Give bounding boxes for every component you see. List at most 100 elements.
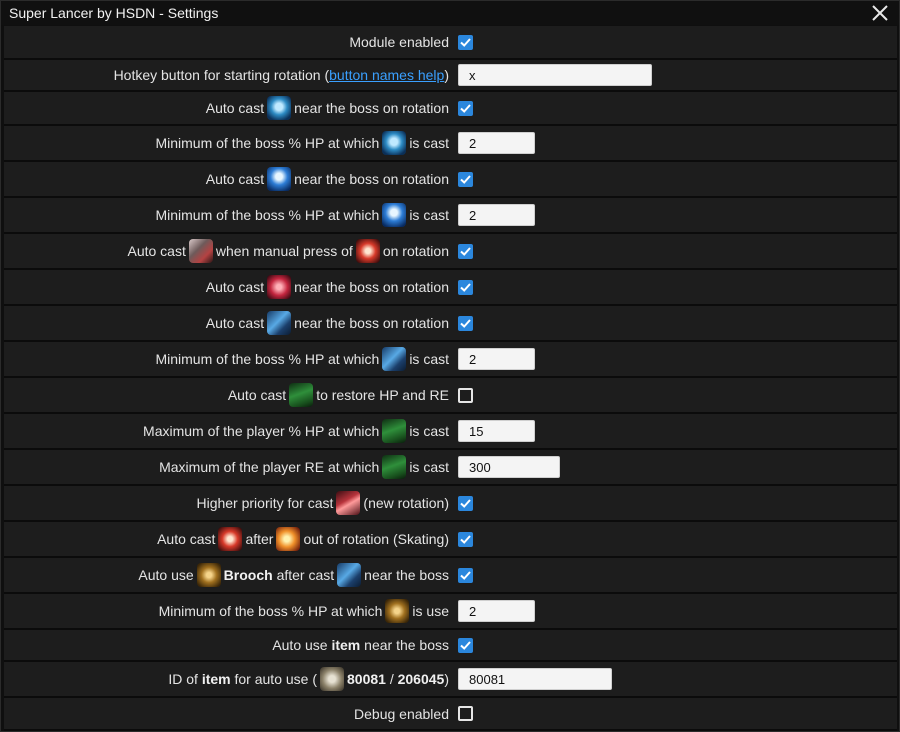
item-id-input[interactable]: 80081 — [458, 668, 612, 690]
auto-use-brooch-checkbox[interactable] — [458, 567, 473, 583]
setting-label: Auto use — [138, 567, 194, 583]
skating-checkbox[interactable] — [458, 531, 473, 547]
min-hp-brooch-input[interactable]: 2 — [458, 600, 535, 622]
setting-label-suffix: near the boss on rotation — [294, 171, 449, 187]
setting-label-suffix: near the boss on rotation — [294, 100, 449, 116]
setting-row-auto-cast-spear: Auto cast when manual press of on rotation — [4, 234, 897, 270]
setting-label: Higher priority for cast — [196, 495, 334, 511]
setting-row-max-player-hp: Maximum of the player % HP at which is ca… — [4, 414, 897, 450]
green-skill-icon — [382, 419, 407, 443]
setting-row-hotkey: Hotkey button for starting rotation (but… — [4, 60, 897, 92]
setting-row-auto-cast-blue-aura: Auto cast near the boss on rotation — [4, 92, 897, 126]
item-icon — [320, 667, 344, 691]
blue-lancer-skill-icon — [382, 347, 407, 371]
setting-row-auto-cast-blue-shield: Auto cast near the boss on rotation — [4, 162, 897, 198]
setting-label: Debug enabled — [354, 705, 449, 722]
setting-label: Auto cast — [205, 100, 265, 116]
setting-label-mid: for auto use ( — [234, 671, 318, 687]
settings-window: Super Lancer by HSDN - Settings Module e… — [0, 0, 900, 732]
setting-label: Auto cast — [205, 315, 265, 331]
setting-label-mid: when manual press of — [215, 243, 353, 259]
setting-row-auto-use-brooch: Auto use Brooch after cast near the boss — [4, 558, 897, 594]
setting-label-suffix: out of rotation (Skating) — [303, 531, 449, 547]
setting-row-higher-priority: Higher priority for cast (new rotation) — [4, 486, 897, 522]
setting-label: Minimum of the boss % HP at which — [155, 351, 380, 367]
module-enabled-checkbox[interactable] — [458, 34, 473, 50]
setting-row-debug-enabled: Debug enabled — [4, 698, 897, 731]
item-label: item — [331, 637, 361, 653]
setting-label: Minimum of the boss % HP at which — [155, 207, 380, 223]
close-icon[interactable] — [871, 4, 889, 22]
auto-cast-spear-checkbox[interactable] — [458, 243, 473, 259]
setting-label-mid: after cast — [276, 567, 335, 583]
setting-label: Auto cast — [127, 243, 186, 259]
brooch-icon — [385, 599, 410, 623]
settings-list: Module enabled Hotkey button for startin… — [4, 26, 897, 731]
item-id-primary: 80081 — [347, 671, 386, 687]
setting-label-suffix: ) — [444, 67, 449, 83]
auto-cast-blue-shield-checkbox[interactable] — [458, 171, 473, 187]
hotkey-input[interactable]: x — [458, 64, 652, 86]
auto-cast-green-checkbox[interactable] — [458, 387, 473, 403]
setting-label: Minimum of the boss % HP at which — [158, 603, 383, 619]
setting-label-suffix: near the boss on rotation — [294, 315, 449, 331]
setting-label-suffix: on rotation — [382, 243, 449, 259]
setting-label-suffix: is cast — [409, 351, 449, 367]
fire-skill-icon — [276, 527, 301, 551]
setting-row-auto-cast-red-roar: Auto cast near the boss on rotation — [4, 270, 897, 306]
auto-use-item-checkbox[interactable] — [458, 637, 473, 653]
window-title: Super Lancer by HSDN - Settings — [9, 5, 219, 21]
red-roar-skill-icon — [267, 275, 292, 299]
setting-label-suffix: is use — [412, 603, 449, 619]
red-burst-skill-icon — [355, 239, 380, 263]
setting-label: Auto cast — [157, 531, 216, 547]
red-wave-skill-icon — [336, 491, 361, 515]
brooch-label: Brooch — [223, 567, 273, 583]
setting-label-suffix: near the boss on rotation — [294, 279, 449, 295]
setting-label-suffix: near the boss — [364, 567, 449, 583]
button-names-help-link[interactable]: button names help — [329, 67, 444, 83]
setting-row-item-id: ID of item for auto use ( 80081 / 206045)… — [4, 662, 897, 698]
setting-row-min-hp-blue-shield: Minimum of the boss % HP at which is cast… — [4, 198, 897, 234]
setting-row-auto-cast-blue-lancer: Auto cast near the boss on rotation — [4, 306, 897, 342]
debug-enabled-checkbox[interactable] — [458, 706, 473, 721]
setting-label-suffix: to restore HP and RE — [316, 387, 449, 403]
setting-label: Auto cast — [227, 387, 287, 403]
setting-label: Auto use — [272, 637, 328, 653]
higher-priority-checkbox[interactable] — [458, 495, 473, 511]
min-hp-blue-aura-input[interactable]: 2 — [458, 132, 535, 154]
blue-shield-skill-icon — [267, 167, 292, 191]
setting-label-suffix: (new rotation) — [363, 495, 449, 511]
setting-label-suffix: is cast — [409, 459, 449, 475]
setting-row-auto-cast-green: Auto cast to restore HP and RE — [4, 378, 897, 414]
title-bar: Super Lancer by HSDN - Settings — [1, 1, 899, 25]
max-player-re-input[interactable]: 300 — [458, 456, 560, 478]
setting-label-suffix: ) — [444, 671, 449, 687]
setting-row-min-hp-blue-aura: Minimum of the boss % HP at which is cast… — [4, 126, 897, 162]
setting-row-skating: Auto cast after out of rotation (Skating) — [4, 522, 897, 558]
setting-label-suffix: near the boss — [364, 637, 449, 653]
auto-cast-blue-aura-checkbox[interactable] — [458, 100, 473, 116]
setting-label-suffix: is cast — [409, 423, 449, 439]
item-label: item — [201, 671, 231, 687]
setting-row-module-enabled: Module enabled — [4, 26, 897, 60]
auto-cast-blue-lancer-checkbox[interactable] — [458, 315, 473, 331]
max-player-hp-input[interactable]: 15 — [458, 420, 535, 442]
auto-cast-red-roar-checkbox[interactable] — [458, 279, 473, 295]
setting-row-auto-use-item: Auto use item near the boss — [4, 630, 897, 662]
setting-label: ID of — [168, 671, 198, 687]
setting-label-suffix: is cast — [409, 207, 449, 223]
min-hp-blue-shield-input[interactable]: 2 — [458, 204, 535, 226]
blue-aura-skill-icon — [382, 131, 407, 155]
setting-label: Minimum of the boss % HP at which — [155, 135, 380, 151]
item-id-separator: / — [389, 671, 394, 687]
setting-label: Auto cast — [205, 279, 265, 295]
setting-label: Module enabled — [349, 34, 449, 50]
setting-row-min-hp-brooch: Minimum of the boss % HP at which is use … — [4, 594, 897, 630]
item-id-secondary: 206045 — [397, 671, 445, 687]
setting-label: Maximum of the player RE at which — [159, 459, 380, 475]
setting-label: Maximum of the player % HP at which — [143, 423, 380, 439]
min-hp-blue-lancer-input[interactable]: 2 — [458, 348, 535, 370]
green-skill-icon — [382, 455, 407, 479]
setting-label-mid: after — [245, 531, 274, 547]
